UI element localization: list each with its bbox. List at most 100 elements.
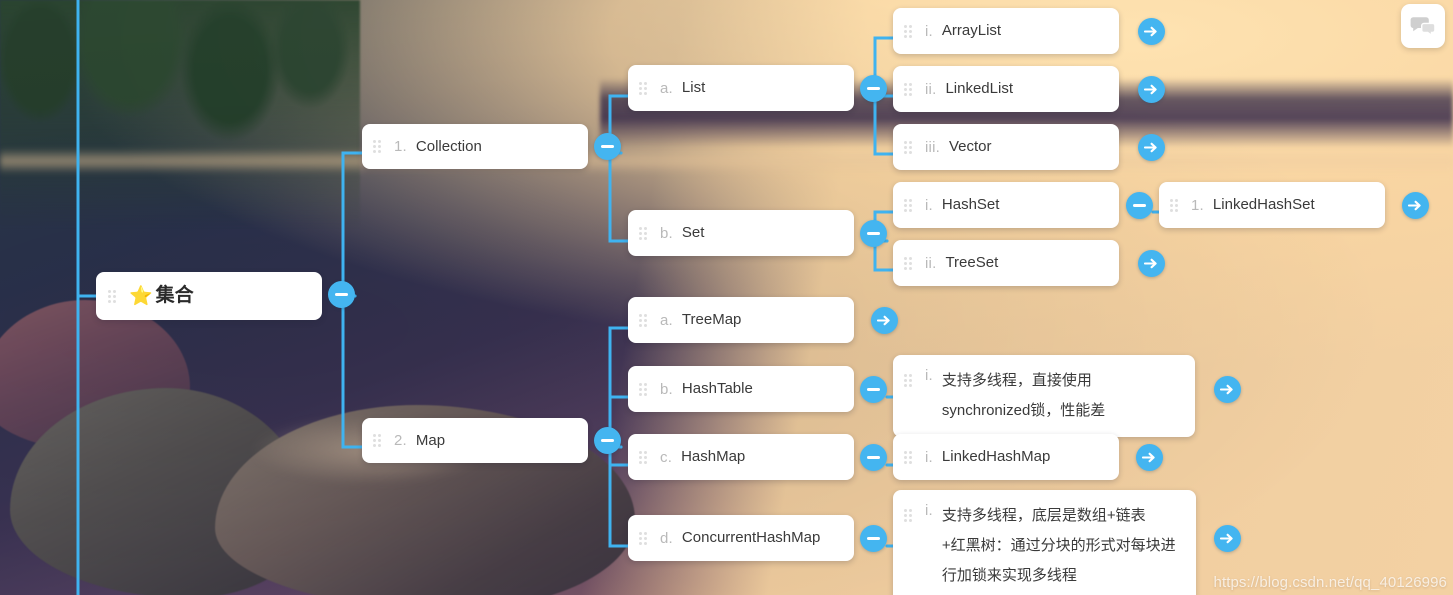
- arrow-right-icon: [1220, 533, 1233, 544]
- watermark-text: https://blog.csdn.net/qq_40126996: [1213, 574, 1447, 591]
- mindmap-node-map[interactable]: 2. Map: [362, 418, 588, 463]
- collapse-button-root[interactable]: [328, 281, 355, 308]
- minus-icon: [867, 388, 880, 391]
- arrow-right-icon: [1144, 84, 1157, 95]
- arrow-right-icon: [877, 315, 890, 326]
- mindmap-node-hashset[interactable]: i. HashSet: [893, 182, 1119, 228]
- node-label: TreeMap: [681, 311, 742, 328]
- add-child-button-linkedlist[interactable]: [1138, 76, 1165, 103]
- drag-handle-icon[interactable]: [904, 198, 914, 212]
- drag-handle-icon[interactable]: [639, 450, 649, 464]
- mindmap-node-list[interactable]: a. List: [628, 65, 854, 111]
- add-child-button-vector[interactable]: [1138, 134, 1165, 161]
- node-label: 支持多线程，底层是数组+链表 +红黑树：通过分块的形式对每块进 行加锁来实现多线…: [941, 507, 1176, 584]
- drag-handle-icon[interactable]: [904, 82, 914, 96]
- node-number: ii.: [925, 80, 937, 98]
- node-label: LinkedHashSet: [1212, 196, 1315, 213]
- arrow-right-icon: [1144, 258, 1157, 269]
- drag-handle-icon[interactable]: [639, 81, 649, 95]
- collapse-button-hashtable[interactable]: [860, 376, 887, 403]
- node-number: 2.: [394, 432, 407, 449]
- node-number: a.: [660, 79, 673, 97]
- node-label: Set: [681, 224, 705, 241]
- node-number: i.: [925, 196, 933, 214]
- drag-handle-icon[interactable]: [639, 226, 649, 240]
- mindmap-node-collection[interactable]: 1. Collection: [362, 124, 588, 169]
- node-number: iii.: [925, 138, 940, 156]
- mindmap-node-set[interactable]: b. Set: [628, 210, 854, 256]
- add-child-button-chm-note[interactable]: [1214, 525, 1241, 552]
- drag-handle-icon[interactable]: [904, 509, 914, 522]
- arrow-right-icon: [1408, 200, 1421, 211]
- node-label: LinkedHashMap: [941, 448, 1051, 465]
- add-child-button-treemap[interactable]: [871, 307, 898, 334]
- mindmap-node-concurrenthashmap[interactable]: d. ConcurrentHashMap: [628, 515, 854, 561]
- minus-icon: [867, 537, 880, 540]
- drag-handle-icon[interactable]: [904, 374, 914, 387]
- drag-handle-icon[interactable]: [639, 313, 649, 327]
- mindmap-node-vector[interactable]: iii. Vector: [893, 124, 1119, 170]
- collapse-button-hashmap[interactable]: [860, 444, 887, 471]
- drag-handle-icon[interactable]: [639, 382, 649, 396]
- mindmap-node-chm-note[interactable]: i. 支持多线程，底层是数组+链表 +红黑树：通过分块的形式对每块进 行加锁来实…: [893, 490, 1196, 595]
- minus-icon: [867, 87, 880, 90]
- collapse-button-set[interactable]: [860, 220, 887, 247]
- drag-handle-icon[interactable]: [373, 140, 383, 153]
- mindmap-node-linkedhashset[interactable]: 1. LinkedHashSet: [1159, 182, 1385, 228]
- collapse-button-collection[interactable]: [594, 133, 621, 160]
- arrow-right-icon: [1144, 26, 1157, 37]
- node-number: b.: [660, 224, 673, 242]
- collapse-button-concurrenthashmap[interactable]: [860, 525, 887, 552]
- node-number: i.: [925, 22, 933, 40]
- comments-panel-button[interactable]: [1401, 4, 1445, 48]
- drag-handle-icon[interactable]: [904, 450, 914, 464]
- mindmap-node-linkedlist[interactable]: ii. LinkedList: [893, 66, 1119, 112]
- node-label: LinkedList: [945, 80, 1013, 97]
- add-child-button-linkedhashmap[interactable]: [1136, 444, 1163, 471]
- minus-icon: [867, 232, 880, 235]
- node-number: 1.: [394, 138, 407, 155]
- minus-icon: [1133, 204, 1146, 207]
- add-child-button-hashtable-note[interactable]: [1214, 376, 1241, 403]
- mindmap-node-treeset[interactable]: ii. TreeSet: [893, 240, 1119, 286]
- node-label: ArrayList: [941, 22, 1002, 39]
- node-number: i.: [925, 367, 933, 384]
- node-label: Collection: [415, 137, 482, 155]
- node-label: TreeSet: [945, 254, 999, 271]
- drag-handle-icon[interactable]: [639, 531, 649, 545]
- drag-handle-icon[interactable]: [108, 289, 118, 303]
- drag-handle-icon[interactable]: [1170, 198, 1180, 212]
- node-number: b.: [660, 380, 673, 398]
- drag-handle-icon[interactable]: [373, 434, 383, 447]
- collapse-button-hashset[interactable]: [1126, 192, 1153, 219]
- node-label: List: [681, 79, 706, 96]
- node-label: Vector: [948, 138, 992, 155]
- comment-bubbles-icon: [1410, 17, 1436, 37]
- mindmap-node-hashtable-note[interactable]: i. 支持多线程，直接使用 synchronized锁，性能差: [893, 355, 1195, 437]
- collapse-button-map[interactable]: [594, 427, 621, 454]
- mindmap-node-treemap[interactable]: a. TreeMap: [628, 297, 854, 343]
- mindmap-node-hashtable[interactable]: b. HashTable: [628, 366, 854, 412]
- mindmap-node-linkedhashmap[interactable]: i. LinkedHashMap: [893, 434, 1119, 480]
- minus-icon: [601, 439, 614, 442]
- node-label: HashMap: [681, 448, 746, 465]
- collapse-button-list[interactable]: [860, 75, 887, 102]
- node-label: 集合: [155, 285, 194, 306]
- add-child-button-treeset[interactable]: [1138, 250, 1165, 277]
- node-number: ii.: [925, 254, 937, 272]
- mindmap-node-hashmap[interactable]: c. HashMap: [628, 434, 854, 480]
- star-icon: ⭐: [129, 286, 153, 307]
- node-number: a.: [660, 311, 673, 329]
- drag-handle-icon[interactable]: [904, 256, 914, 270]
- mindmap-canvas: ⭐ 集合 1. Collection 2. Map a. List b. Set: [0, 0, 1453, 595]
- add-child-button-arraylist[interactable]: [1138, 18, 1165, 45]
- drag-handle-icon[interactable]: [904, 24, 914, 38]
- minus-icon: [335, 293, 348, 296]
- add-child-button-linkedhashset[interactable]: [1402, 192, 1429, 219]
- node-number: i.: [925, 502, 933, 519]
- node-label: HashTable: [681, 380, 753, 397]
- mindmap-node-root[interactable]: ⭐ 集合: [96, 272, 322, 320]
- drag-handle-icon[interactable]: [904, 140, 914, 154]
- mindmap-node-arraylist[interactable]: i. ArrayList: [893, 8, 1119, 54]
- node-label: HashSet: [941, 196, 1000, 213]
